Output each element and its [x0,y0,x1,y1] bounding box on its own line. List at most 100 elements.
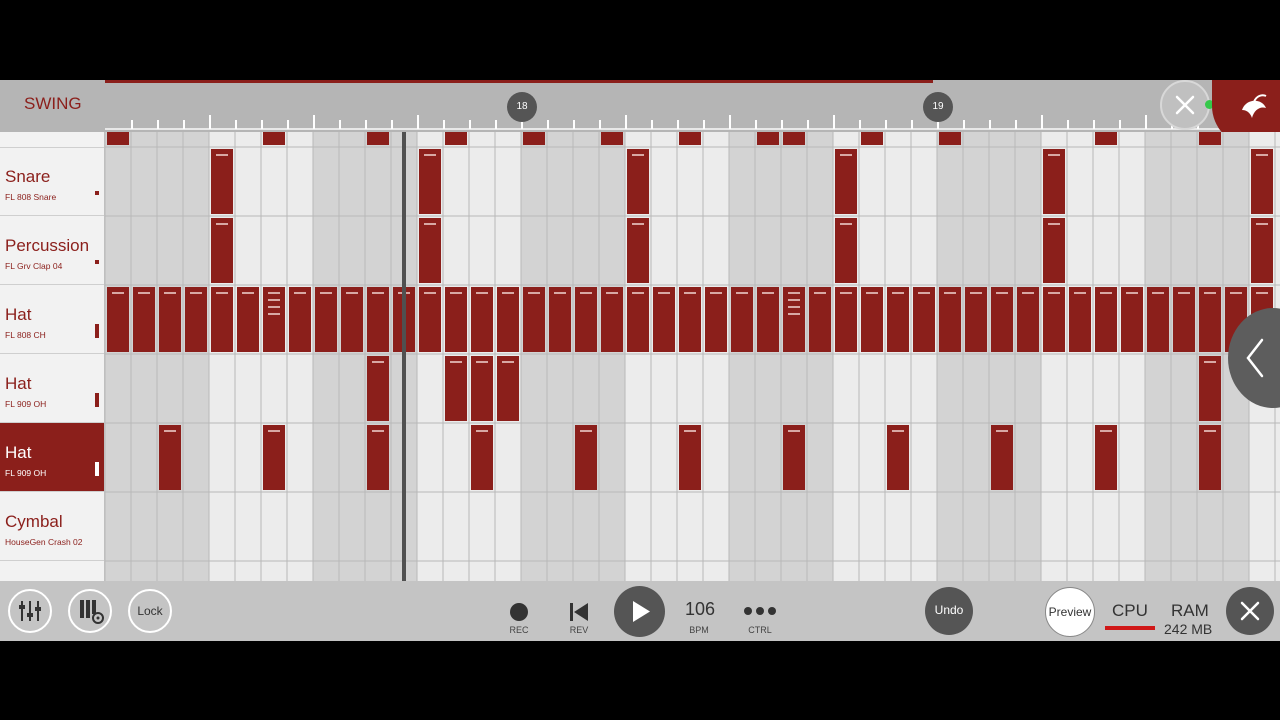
step-on[interactable] [887,287,909,352]
step-on[interactable] [315,287,337,352]
channel-cymbal[interactable]: Cymbal HouseGen Crash 02 [0,492,104,561]
step-on[interactable] [783,287,805,352]
step-on[interactable] [445,287,467,352]
bpm-value[interactable]: 106 [680,599,720,620]
step-on[interactable] [367,356,389,421]
piano-roll-settings-button[interactable] [68,589,112,633]
undo-button[interactable]: Undo [925,587,973,635]
step-sequencer-grid[interactable] [105,132,1280,581]
mixer-button[interactable] [8,589,52,633]
step-on[interactable] [809,287,831,352]
step-on[interactable] [289,287,311,352]
step-on[interactable] [1043,287,1065,352]
step-on[interactable] [445,132,467,145]
step-on[interactable] [549,287,571,352]
channel-volume-meter[interactable] [95,324,99,338]
step-on[interactable] [445,356,467,421]
step-on[interactable] [419,149,441,214]
step-on[interactable] [107,132,129,145]
step-on[interactable] [367,287,389,352]
step-on[interactable] [1199,287,1221,352]
step-on[interactable] [835,218,857,283]
swing-button[interactable]: SWING [24,94,82,114]
close-button[interactable] [1226,587,1274,635]
step-on[interactable] [419,287,441,352]
step-on[interactable] [1251,218,1273,283]
channel-snare[interactable]: Snare FL 808 Snare [0,147,104,216]
step-on[interactable] [471,425,493,490]
step-on[interactable] [523,287,545,352]
step-on[interactable] [1043,149,1065,214]
bar-marker[interactable]: 19 [923,92,953,122]
step-on[interactable] [367,425,389,490]
channel-volume-meter[interactable] [95,191,99,195]
preview-button[interactable]: Preview [1045,587,1095,637]
step-on[interactable] [263,287,285,352]
channel-hat-909[interactable]: Hat FL 909 OH [0,354,104,423]
step-on[interactable] [913,287,935,352]
step-on[interactable] [263,132,285,145]
bar-marker[interactable]: 18 [507,92,537,122]
channel-hat-808[interactable]: Hat FL 808 CH [0,285,104,354]
step-on[interactable] [1043,218,1065,283]
step-on[interactable] [1199,132,1221,145]
step-on[interactable] [211,218,233,283]
close-ruler-button[interactable] [1160,80,1210,130]
step-on[interactable] [211,287,233,352]
step-on[interactable] [497,356,519,421]
step-on[interactable] [237,287,259,352]
step-on[interactable] [835,149,857,214]
rewind-icon[interactable] [568,601,590,623]
step-on[interactable] [575,287,597,352]
step-on[interactable] [497,287,519,352]
step-on[interactable] [1199,356,1221,421]
song-ruler-bar[interactable]: SWING 18 19 [0,80,1280,146]
step-on[interactable] [185,287,207,352]
step-on[interactable] [783,425,805,490]
step-on[interactable] [653,287,675,352]
step-on[interactable] [757,132,779,145]
step-on[interactable] [1173,287,1195,352]
timeline-ruler[interactable]: 18 19 [105,80,1280,132]
step-on[interactable] [705,287,727,352]
step-on[interactable] [731,287,753,352]
step-on[interactable] [601,132,623,145]
step-on[interactable] [783,132,805,145]
step-on[interactable] [965,287,987,352]
step-on[interactable] [575,425,597,490]
step-on[interactable] [601,287,623,352]
channel-hat-909-selected[interactable]: Hat FL 909 OH [0,423,104,492]
step-on[interactable] [939,132,961,145]
step-on[interactable] [1017,287,1039,352]
step-on[interactable] [367,132,389,145]
step-on[interactable] [1251,149,1273,214]
step-on[interactable] [1095,132,1117,145]
step-on[interactable] [861,287,883,352]
step-on[interactable] [1147,287,1169,352]
step-on[interactable] [861,132,883,145]
step-on[interactable] [887,425,909,490]
step-on[interactable] [419,218,441,283]
dots-icon[interactable] [742,605,778,617]
step-on[interactable] [627,218,649,283]
step-on[interactable] [1121,287,1143,352]
play-button[interactable] [614,586,665,637]
step-on[interactable] [211,149,233,214]
step-on[interactable] [107,287,129,352]
step-on[interactable] [757,287,779,352]
step-on[interactable] [627,149,649,214]
step-on[interactable] [835,287,857,352]
playhead[interactable] [402,132,406,581]
step-on[interactable] [991,287,1013,352]
step-on[interactable] [523,132,545,145]
step-on[interactable] [627,287,649,352]
channel-volume-meter[interactable] [95,260,99,264]
lock-button[interactable]: Lock [128,589,172,633]
step-on[interactable] [263,425,285,490]
channel-volume-meter[interactable] [95,393,99,407]
step-on[interactable] [679,287,701,352]
step-on[interactable] [679,425,701,490]
step-on[interactable] [471,287,493,352]
step-on[interactable] [133,287,155,352]
step-on[interactable] [679,132,701,145]
